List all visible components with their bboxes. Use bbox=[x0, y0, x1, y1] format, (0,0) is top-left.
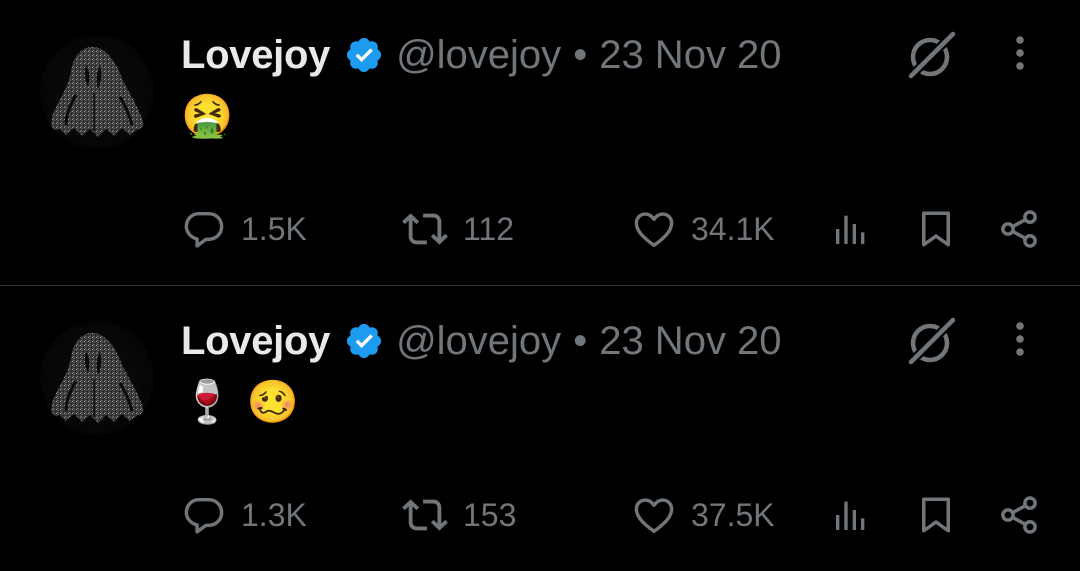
share-icon bbox=[1001, 496, 1037, 534]
tweet-text: 🍷 🥴 bbox=[181, 377, 299, 426]
timeline: Lovejoy @lovejoy • 23 Nov 20 🤮 1.5K 112 … bbox=[0, 0, 1080, 571]
share-button[interactable] bbox=[997, 202, 1041, 256]
tweet-header: Lovejoy @lovejoy • 23 Nov 20 bbox=[181, 30, 782, 80]
share-button[interactable] bbox=[997, 488, 1041, 542]
grok-icon[interactable] bbox=[903, 30, 959, 82]
reply-count: 1.5K bbox=[241, 210, 307, 247]
like-count: 34.1K bbox=[691, 210, 775, 247]
more-icon[interactable] bbox=[1002, 318, 1038, 362]
retweet-count: 153 bbox=[463, 496, 517, 533]
more-icon[interactable] bbox=[1002, 32, 1038, 76]
timestamp[interactable]: 23 Nov 20 bbox=[599, 33, 781, 78]
verified-badge-icon bbox=[346, 37, 382, 73]
share-icon bbox=[1001, 210, 1037, 248]
tweet[interactable]: Lovejoy @lovejoy • 23 Nov 20 🤮 1.5K 112 … bbox=[0, 0, 1080, 285]
reply-count: 1.3K bbox=[241, 496, 307, 533]
bookmark-button[interactable] bbox=[915, 488, 957, 542]
separator-dot: • bbox=[573, 32, 588, 77]
bookmark-button[interactable] bbox=[915, 202, 957, 256]
views-button[interactable] bbox=[831, 488, 871, 542]
tweet[interactable]: Lovejoy @lovejoy • 23 Nov 20 🍷 🥴 1.3K 15… bbox=[0, 285, 1080, 571]
tweet-header: Lovejoy @lovejoy • 23 Nov 20 bbox=[181, 316, 782, 366]
views-icon bbox=[836, 501, 865, 530]
heart-icon bbox=[634, 212, 674, 248]
display-name[interactable]: Lovejoy bbox=[181, 33, 330, 78]
avatar[interactable] bbox=[40, 35, 154, 149]
heart-icon bbox=[634, 498, 674, 534]
grok-icon[interactable] bbox=[903, 316, 959, 368]
action-bar: 1.5K 112 34.1K bbox=[181, 202, 1051, 256]
like-button[interactable]: 37.5K bbox=[631, 488, 775, 542]
retweet-count: 112 bbox=[463, 210, 515, 247]
separator-dot: • bbox=[573, 318, 588, 363]
retweet-icon bbox=[402, 499, 448, 531]
retweet-button[interactable]: 153 bbox=[401, 488, 516, 542]
bookmark-icon bbox=[922, 211, 950, 247]
reply-icon bbox=[184, 497, 224, 534]
reply-button[interactable]: 1.3K bbox=[181, 488, 307, 542]
verified-badge-icon bbox=[346, 323, 382, 359]
tweet-text: 🤮 bbox=[181, 91, 234, 140]
display-name[interactable]: Lovejoy bbox=[181, 319, 330, 364]
reply-icon bbox=[184, 211, 224, 248]
like-count: 37.5K bbox=[691, 496, 775, 533]
reply-button[interactable]: 1.5K bbox=[181, 202, 307, 256]
handle[interactable]: @lovejoy bbox=[396, 33, 561, 78]
views-button[interactable] bbox=[831, 202, 871, 256]
timestamp[interactable]: 23 Nov 20 bbox=[599, 319, 781, 364]
avatar[interactable] bbox=[40, 321, 154, 435]
bookmark-icon bbox=[922, 497, 950, 533]
like-button[interactable]: 34.1K bbox=[631, 202, 775, 256]
handle[interactable]: @lovejoy bbox=[396, 319, 561, 364]
retweet-button[interactable]: 112 bbox=[401, 202, 514, 256]
views-icon bbox=[836, 215, 865, 244]
retweet-icon bbox=[402, 213, 448, 245]
action-bar: 1.3K 153 37.5K bbox=[181, 488, 1051, 542]
